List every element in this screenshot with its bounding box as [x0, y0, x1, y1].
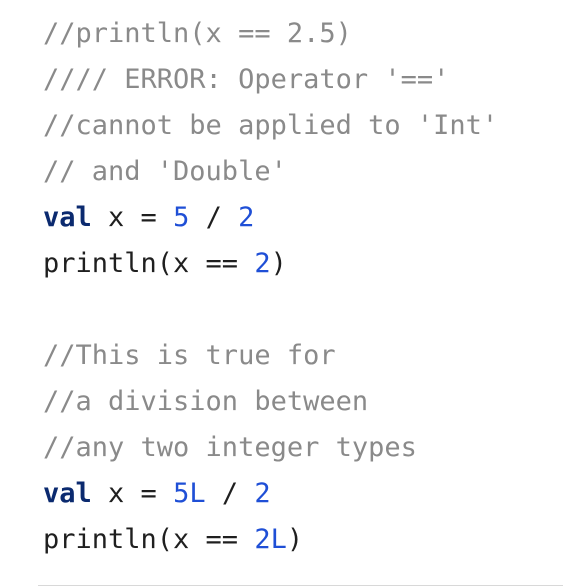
number-literal: 5	[173, 202, 190, 233]
operator: /	[205, 478, 255, 509]
keyword-val: val	[43, 202, 92, 233]
code-line-comment: //// ERROR: Operator '=='	[43, 64, 450, 95]
code-text: x =	[91, 478, 174, 509]
code-line-comment: //any two integer types	[43, 432, 417, 463]
code-text: )	[286, 524, 304, 555]
number-literal: 2	[254, 478, 271, 509]
code-line-comment: //println(x == 2.5)	[43, 18, 352, 49]
code-line-comment: //This is true for	[43, 340, 336, 371]
operator: /	[189, 202, 239, 233]
keyword-val: val	[43, 478, 92, 509]
number-literal: 2L	[254, 524, 287, 555]
code-line-val-declaration: val x = 5 / 2	[43, 195, 558, 241]
code-text: x =	[91, 202, 174, 233]
code-text: println(x ==	[43, 248, 255, 279]
bottom-divider	[38, 585, 563, 586]
code-line-println: println(x == 2L)	[43, 517, 558, 563]
code-line-comment: // and 'Double'	[43, 156, 287, 187]
code-line-println: println(x == 2)	[43, 241, 558, 287]
code-text: )	[270, 248, 287, 279]
code-text: println(x ==	[43, 524, 255, 555]
number-literal: 5L	[173, 478, 206, 509]
code-line-val-declaration: val x = 5L / 2	[43, 471, 558, 517]
code-line-comment: //cannot be applied to 'Int'	[43, 110, 499, 141]
number-literal: 2	[254, 248, 271, 279]
number-literal: 2	[238, 202, 255, 233]
code-line-comment: //a division between	[43, 386, 369, 417]
code-block: //println(x == 2.5) //// ERROR: Operator…	[43, 11, 558, 563]
